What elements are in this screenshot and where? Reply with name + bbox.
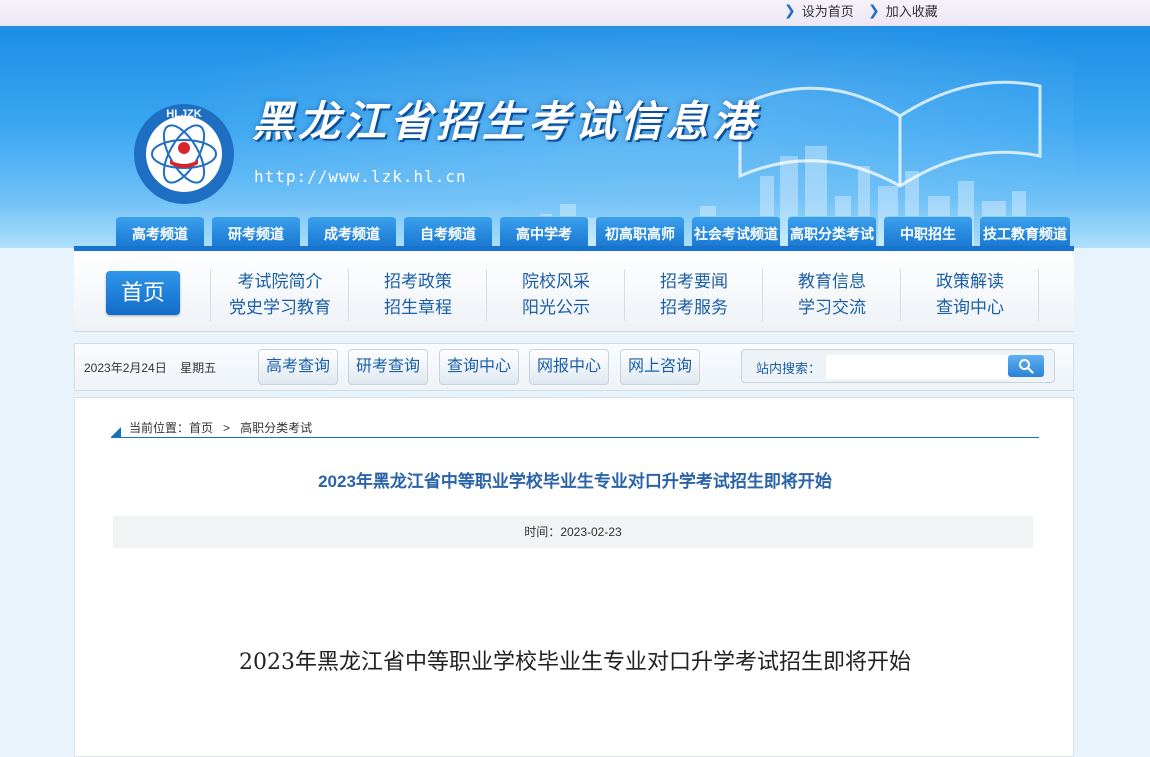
menu-column: 院校风采 阳光公示 (488, 269, 624, 321)
menu-item-charter[interactable]: 招生章程 (350, 295, 486, 321)
menu-item-edu-info[interactable]: 教育信息 (764, 269, 900, 295)
article-title: 2023年黑龙江省中等职业学校毕业生专业对口升学考试招生即将开始 (318, 472, 832, 491)
weekday-text: 星期五 (180, 361, 217, 375)
chevron-right-icon: ❯ (868, 2, 880, 18)
time-label: 时间： (524, 525, 561, 539)
breadcrumb-home[interactable]: 首页 (189, 421, 213, 435)
menu-column: 政策解读 查询中心 (902, 269, 1038, 321)
menu-item-interpretation[interactable]: 政策解读 (902, 269, 1038, 295)
site-banner: HLJZK 黑龙江省招生考试信息港 http://www.lzk.hl.cn (0, 26, 1150, 248)
breadcrumb-separator: > (223, 421, 231, 435)
online-consult-button[interactable]: 网上咨询 (620, 349, 701, 385)
current-date: 2023年2月24日 星期五 (84, 359, 216, 376)
search-button[interactable] (1008, 355, 1044, 377)
gaokao-query-button[interactable]: 高考查询 (258, 349, 339, 385)
set-home-link[interactable]: ❯ 设为首页 (784, 1, 854, 20)
menu-item-query-center[interactable]: 查询中心 (902, 295, 1038, 321)
corner-triangle-icon (111, 427, 121, 437)
channel-tabs: 高考频道 研考频道 成考频道 自考频道 高中学考 初高职高师 社会考试频道 高职… (0, 216, 1150, 251)
search-label: 站内搜索： (756, 361, 822, 376)
time-value: 2023-02-23 (560, 525, 622, 539)
menu-column: 考试院简介 党史学习教育 (212, 269, 348, 321)
menu-item-services[interactable]: 招考服务 (626, 295, 762, 321)
menu-item-intro[interactable]: 考试院简介 (212, 269, 348, 295)
menu-item-news[interactable]: 招考要闻 (626, 269, 762, 295)
site-url: http://www.lzk.hl.cn (254, 167, 467, 186)
breadcrumb-current[interactable]: 高职分类考试 (240, 421, 312, 435)
article-body-heading: 2023年黑龙江省中等职业学校毕业生专业对口升学考试招生即将开始 (239, 650, 911, 675)
menu-item-exchange[interactable]: 学习交流 (764, 295, 900, 321)
menu-item-schools[interactable]: 院校风采 (488, 269, 624, 295)
query-center-button[interactable]: 查询中心 (439, 349, 520, 385)
article-meta: 时间：2023-02-23 (113, 516, 1033, 548)
home-button[interactable]: 首页 (106, 271, 180, 315)
menu-column: 招考要闻 招考服务 (626, 269, 762, 321)
logo-abbr: HLJZK (166, 108, 202, 120)
online-registration-button[interactable]: 网报中心 (529, 349, 610, 385)
yankao-query-button[interactable]: 研考查询 (348, 349, 429, 385)
set-home-label: 设为首页 (801, 4, 854, 19)
menu-item-policy[interactable]: 招考政策 (350, 269, 486, 295)
site-search: 站内搜索： (741, 349, 1055, 383)
add-favorite-label: 加入收藏 (885, 4, 938, 19)
top-utility-bar: ❯ 设为首页 ❯ 加入收藏 (0, 0, 1150, 26)
search-icon (1019, 359, 1034, 374)
menu-item-public-notice[interactable]: 阳光公示 (488, 295, 624, 321)
chevron-right-icon: ❯ (784, 2, 796, 18)
menu-column: 教育信息 学习交流 (764, 269, 900, 321)
menu-item-party-study[interactable]: 党史学习教育 (212, 295, 348, 321)
add-favorite-link[interactable]: ❯ 加入收藏 (868, 1, 938, 20)
site-title: 黑龙江省招生考试信息港 (252, 97, 759, 146)
site-logo: HLJZK (134, 104, 234, 204)
quick-access-bar: 2023年2月24日 星期五 高考查询 研考查询 查询中心 网报中心 网上咨询 … (74, 343, 1074, 391)
main-menu: 首页 考试院简介 党史学习教育 招考政策 招生章程 院校风采 阳光公示 招考要闻… (74, 251, 1074, 332)
breadcrumb: 当前位置：首页 > 高职分类考试 (111, 417, 1039, 438)
menu-column: 招考政策 招生章程 (350, 269, 486, 321)
search-input[interactable] (826, 355, 1010, 379)
date-text: 2023年2月24日 (84, 361, 167, 375)
breadcrumb-prefix: 当前位置： (129, 421, 190, 435)
article-panel: 当前位置：首页 > 高职分类考试 2023年黑龙江省中等职业学校毕业生专业对口升… (74, 397, 1074, 757)
